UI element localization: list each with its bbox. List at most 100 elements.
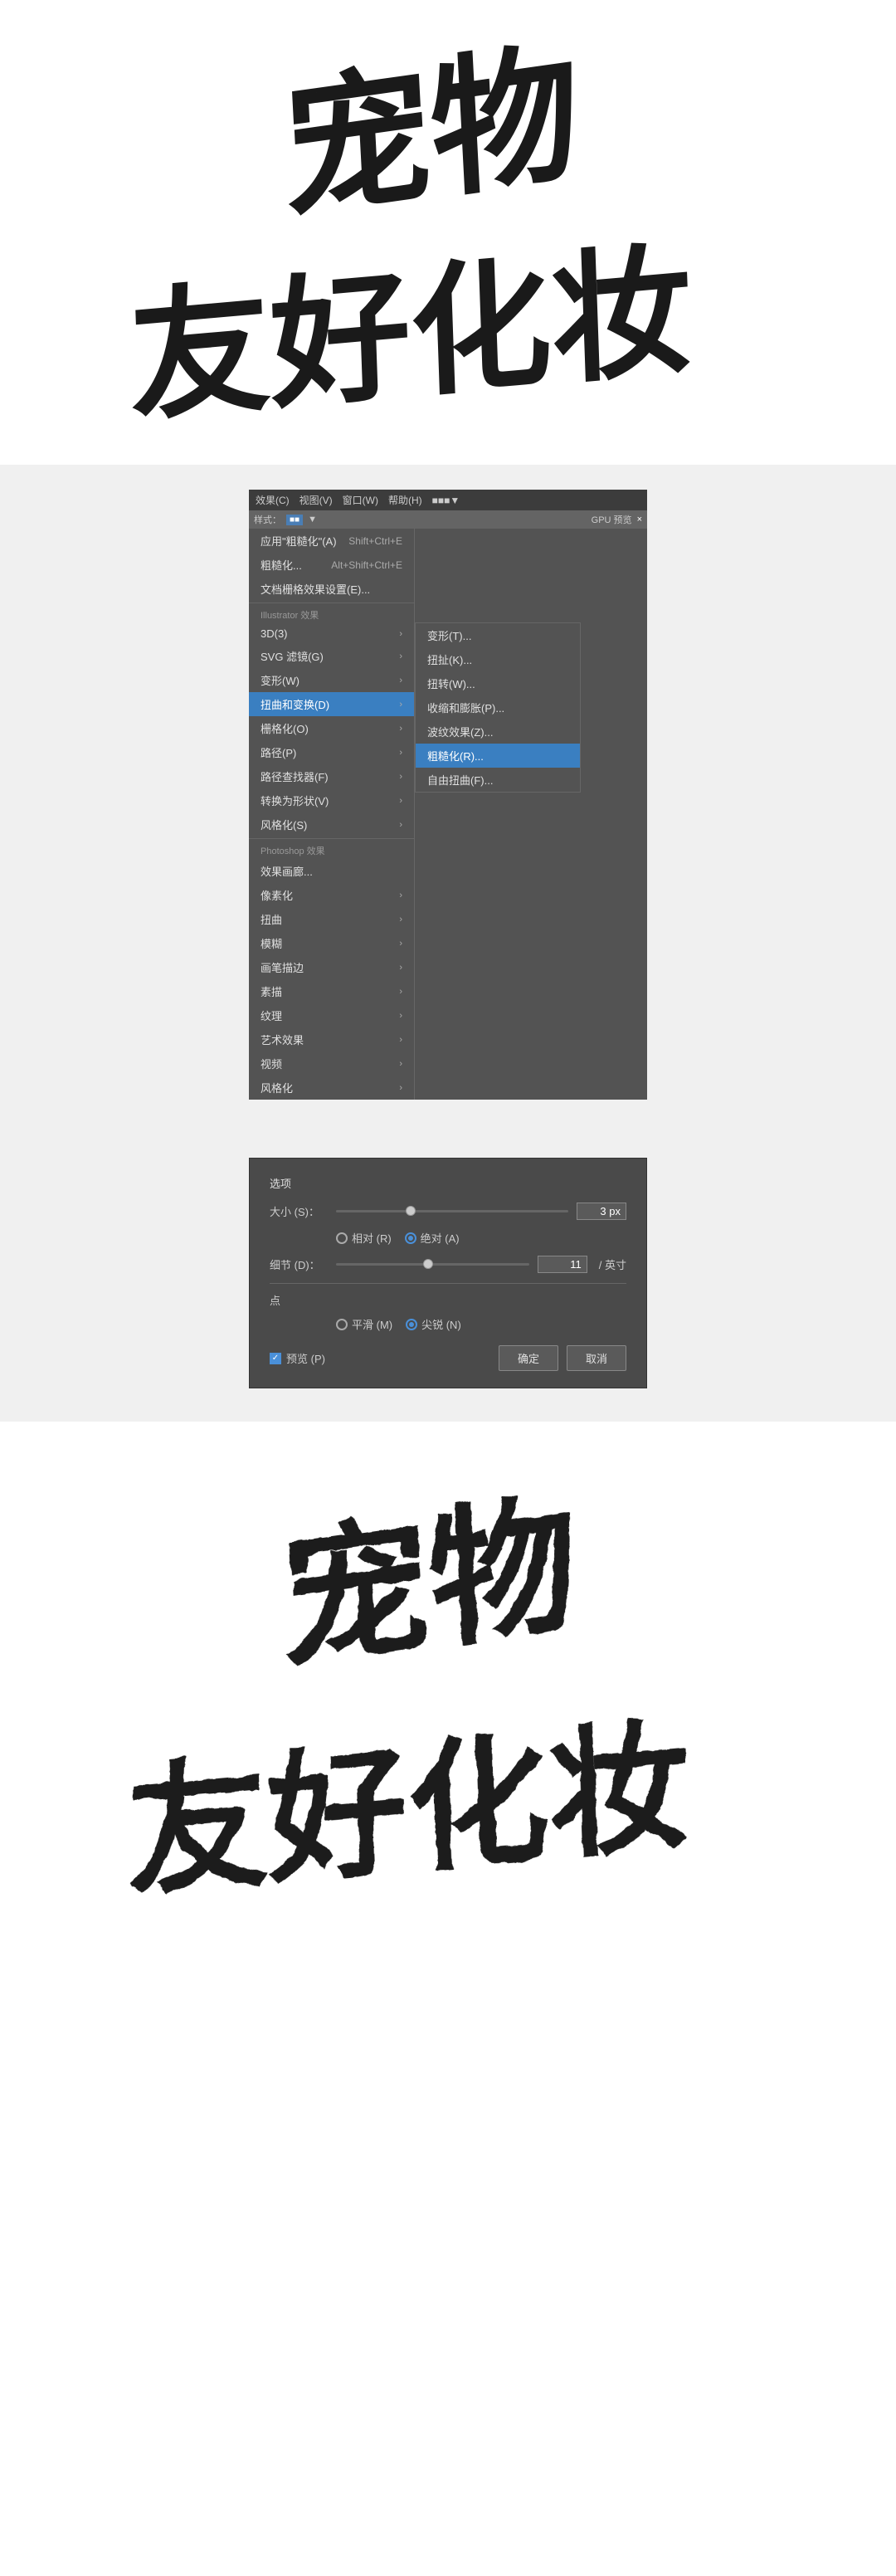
menu-distort-arrow: ›	[399, 915, 402, 925]
menu-roughen[interactable]: 粗糙化... Alt+Shift+Ctrl+E	[249, 553, 414, 577]
dialog-detail-value[interactable]: 11	[538, 1256, 587, 1273]
dialog-detail-track[interactable]	[336, 1263, 529, 1266]
menu-3d-label: 3D(3)	[261, 627, 288, 640]
menu-topbar-window[interactable]: 窗口(W)	[343, 493, 378, 507]
radio-relative[interactable]: 相对 (R)	[336, 1230, 392, 1246]
menu-sketch[interactable]: 素描 ›	[249, 979, 414, 1003]
submenu-twist-label: 扭转(W)...	[427, 676, 475, 691]
menu-warp[interactable]: 变形(W) ›	[249, 668, 414, 692]
menu-doc-raster[interactable]: 文档栅格效果设置(E)...	[249, 577, 414, 601]
menu-stylize[interactable]: 风格化(S) ›	[249, 812, 414, 837]
menu-convert-shape[interactable]: 转换为形状(V) ›	[249, 788, 414, 812]
btn-ok[interactable]: 确定	[499, 1345, 558, 1371]
submenu-tweak[interactable]: 扭扯(K)...	[416, 647, 580, 671]
radio-relative-circle	[336, 1232, 348, 1244]
menu-rasterize[interactable]: 栅格化(O) ›	[249, 716, 414, 740]
preview-label: 预览 (P)	[286, 1350, 325, 1366]
menu-texture[interactable]: 纹理 ›	[249, 1003, 414, 1027]
menu-artistic-arrow: ›	[399, 1035, 402, 1045]
menu-warp-label: 变形(W)	[261, 672, 299, 688]
menu-topbar: 效果(C) 视图(V) 窗口(W) 帮助(H) ■■■▼	[249, 490, 647, 510]
dialog-options-title: 选项	[270, 1175, 626, 1191]
dialog-detail-thumb[interactable]	[423, 1259, 433, 1269]
dialog-size-row: 大小 (S)： 3 px	[270, 1203, 626, 1220]
menu-section-photoshop: Photoshop 效果	[249, 841, 414, 859]
radio-absolute-label: 绝对 (A)	[421, 1230, 460, 1246]
svg-text:宠物: 宠物	[279, 29, 583, 237]
checkbox-check-icon: ✓	[272, 1354, 279, 1363]
menu-roughen-shortcut: Alt+Shift+Ctrl+E	[331, 559, 402, 571]
submenu-pucker-bloat-label: 收缩和膨胀(P)...	[427, 700, 504, 715]
menu-artistic[interactable]: 艺术效果 ›	[249, 1027, 414, 1051]
dialog-size-value[interactable]: 3 px	[577, 1203, 626, 1220]
menu-topbar-effect[interactable]: 效果(C)	[256, 493, 290, 507]
radio-absolute[interactable]: 绝对 (A)	[405, 1230, 460, 1246]
radio-sharp-label: 尖锐 (N)	[421, 1316, 461, 1332]
radio-smooth[interactable]: 平滑 (M)	[336, 1316, 392, 1332]
submenu-warp[interactable]: 变形(T)...	[416, 623, 580, 647]
menu-brush-stroke-label: 画笔描边	[261, 959, 304, 975]
menu-3d-arrow: ›	[399, 629, 402, 639]
menu-svg-filter-arrow: ›	[399, 651, 402, 661]
menu-3d[interactable]: 3D(3) ›	[249, 623, 414, 644]
menu-sketch-arrow: ›	[399, 987, 402, 997]
submenu-warp-label: 变形(T)...	[427, 627, 471, 643]
menu-pathfinder-arrow: ›	[399, 772, 402, 782]
menu-distort-transform[interactable]: 扭曲和变换(D) ›	[249, 692, 414, 716]
menu-apply-roughen[interactable]: 应用"粗糙化"(A) Shift+Ctrl+E	[249, 529, 414, 553]
menu-brush-stroke[interactable]: 画笔描边 ›	[249, 955, 414, 979]
submenu-roughen[interactable]: 粗糙化(R)...	[416, 744, 580, 768]
dialog-size-thumb[interactable]	[406, 1206, 416, 1216]
dialog-detail-slider-container: 11 / 英寸	[336, 1256, 626, 1273]
dialog-divider	[270, 1283, 626, 1284]
bottom-calligraphy-svg: 宠物 友好化妆	[75, 1442, 821, 1982]
menu-blur[interactable]: 模糊 ›	[249, 931, 414, 955]
svg-text:宠物: 宠物	[276, 1481, 581, 1689]
menu-brush-stroke-arrow: ›	[399, 963, 402, 973]
top-calligraphy-section: 宠物 友好化妆	[0, 0, 896, 465]
menu-effect-gallery-label: 效果画廊...	[261, 863, 313, 879]
menu-distort-transform-label: 扭曲和变换(D)	[261, 696, 329, 712]
dialog-point-radio-group: 平滑 (M) 尖锐 (N)	[336, 1316, 626, 1332]
submenu-ripple-label: 波纹效果(Z)...	[427, 724, 493, 739]
dialog-detail-unit: / 英寸	[599, 1256, 626, 1272]
menu-svg-filter[interactable]: SVG 滤镜(G) ›	[249, 644, 414, 668]
btn-cancel[interactable]: 取消	[567, 1345, 626, 1371]
menu-distort-label: 扭曲	[261, 911, 282, 927]
menu-topbar-more[interactable]: ■■■▼	[432, 495, 460, 506]
panel-gpu-label: GPU 预览	[592, 513, 632, 526]
submenu-pucker-bloat[interactable]: 收缩和膨胀(P)...	[416, 695, 580, 720]
radio-sharp[interactable]: 尖锐 (N)	[406, 1316, 461, 1332]
menu-roughen-label: 粗糙化...	[261, 557, 302, 573]
bottom-calligraphy-section: 宠物 友好化妆	[0, 1422, 896, 2003]
menu-sketch-label: 素描	[261, 983, 282, 999]
menu-path-label: 路径(P)	[261, 744, 296, 760]
radio-sharp-circle	[406, 1319, 417, 1330]
top-calligraphy-svg: 宠物 友好化妆	[75, 17, 821, 448]
menu-pathfinder[interactable]: 路径查找器(F) ›	[249, 764, 414, 788]
menu-video[interactable]: 视频 ›	[249, 1051, 414, 1076]
dialog-size-track[interactable]	[336, 1210, 568, 1212]
menu-section-illustrator: Illustrator 效果	[249, 605, 414, 623]
submenu-twist[interactable]: 扭转(W)...	[416, 671, 580, 695]
menu-topbar-view[interactable]: 视图(V)	[299, 493, 333, 507]
menu-stylize-ps[interactable]: 风格化 ›	[249, 1076, 414, 1100]
panel-style-label: 样式：	[254, 513, 281, 526]
menu-distort[interactable]: 扭曲 ›	[249, 907, 414, 931]
menu-separator-2	[249, 838, 414, 839]
svg-text:友好化妆: 友好化妆	[124, 1708, 692, 1915]
submenu-tweak-label: 扭扯(K)...	[427, 651, 472, 667]
panel-close-icon[interactable]: ×	[637, 515, 642, 524]
panel-dropdown-icon[interactable]: ▼	[308, 515, 317, 524]
menu-topbar-help[interactable]: 帮助(H)	[388, 493, 422, 507]
submenu-free-distort[interactable]: 自由扭曲(F)...	[416, 768, 580, 792]
dialog-detail-row: 细节 (D)： 11 / 英寸	[270, 1256, 626, 1273]
preview-checkbox[interactable]: ✓	[270, 1353, 281, 1364]
submenu-ripple[interactable]: 波纹效果(Z)...	[416, 720, 580, 744]
menu-path[interactable]: 路径(P) ›	[249, 740, 414, 764]
menu-effect-gallery[interactable]: 效果画廊...	[249, 859, 414, 883]
dialog-btn-group: 确定 取消	[499, 1345, 626, 1371]
menu-pixelate-label: 像素化	[261, 887, 293, 903]
dialog-size-label: 大小 (S)：	[270, 1203, 336, 1219]
menu-pixelate[interactable]: 像素化 ›	[249, 883, 414, 907]
